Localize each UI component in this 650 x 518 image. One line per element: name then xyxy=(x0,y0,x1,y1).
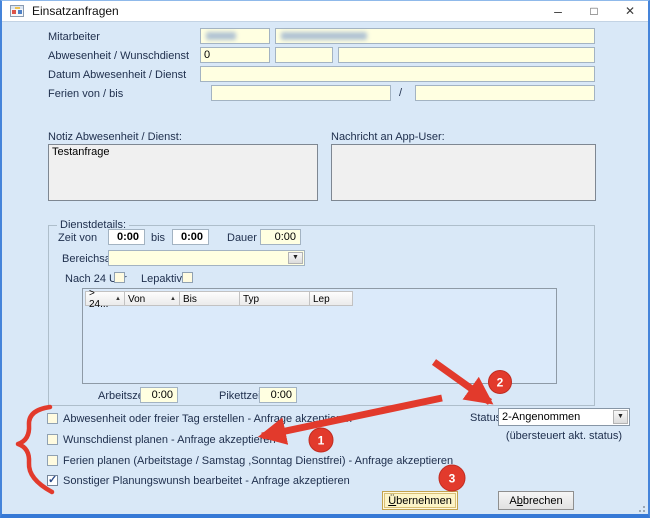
grid-column-header[interactable]: Lep xyxy=(310,291,353,306)
dauer-label: Dauer xyxy=(227,232,257,245)
svg-text:1: 1 xyxy=(318,434,325,448)
dienst-grid[interactable]: > 24... ▲ Von ▲ Bis Typ Lep xyxy=(82,288,557,384)
svg-text:3: 3 xyxy=(449,472,456,486)
status-label: Status xyxy=(470,412,501,425)
nachricht-textarea[interactable] xyxy=(331,144,596,201)
notiz-label: Notiz Abwesenheit / Dienst: xyxy=(48,131,182,144)
zeit-von-field[interactable]: 0:00 xyxy=(108,229,145,245)
resize-grip[interactable] xyxy=(637,504,646,513)
ferien-label: Ferien von / bis xyxy=(48,88,123,101)
chevron-down-icon: ▼ xyxy=(617,409,624,425)
abwesenheit-label: Abwesenheit / Wunschdienst xyxy=(48,50,189,63)
abwesenheit-field-3[interactable] xyxy=(338,47,595,63)
dauer-field[interactable]: 0:00 xyxy=(260,229,301,245)
bereichsart-combobox[interactable]: ▼ xyxy=(108,250,305,266)
arbeitszeit-field[interactable]: 0:00 xyxy=(140,387,178,403)
nach24-checkbox[interactable] xyxy=(114,272,125,283)
checkbox-label: Sonstiger Planungswunsh bearbeitet - Anf… xyxy=(63,475,350,488)
einsatzanfragen-dialog: Einsatzanfragen – □ ✕ Mitarbeiter Abwese… xyxy=(0,0,650,518)
zeit-von-label: Zeit von xyxy=(58,232,97,245)
nachricht-label: Nachricht an App-User: xyxy=(331,131,445,144)
uebernehmen-button[interactable]: Übernehmen xyxy=(382,491,458,510)
grid-column-header[interactable]: > 24... ▲ xyxy=(85,291,125,306)
status-note: (übersteuert akt. status) xyxy=(490,430,638,443)
mitarbeiter-id-field[interactable] xyxy=(200,28,270,44)
close-icon: ✕ xyxy=(625,4,635,18)
grid-column-header[interactable]: Von ▲ xyxy=(125,291,180,306)
bereichsart-dropdown-button[interactable]: ▼ xyxy=(288,252,303,264)
step-circle-3: 3 xyxy=(439,465,465,491)
mitarbeiter-name-field[interactable] xyxy=(275,28,595,44)
bis-field[interactable]: 0:00 xyxy=(172,229,209,245)
checkbox-label: Abwesenheit oder freier Tag erstellen - … xyxy=(63,413,352,426)
grid-header: > 24... ▲ Von ▲ Bis Typ Lep xyxy=(85,291,353,306)
app-icon xyxy=(10,4,24,18)
lepaktiv-label: Lepaktiv xyxy=(141,273,182,286)
abwesenheit-field-2[interactable] xyxy=(275,47,333,63)
minimize-button[interactable]: – xyxy=(540,0,576,22)
status-dropdown-button[interactable]: ▼ xyxy=(613,410,628,424)
redacted-text xyxy=(281,32,367,40)
status-value: 2-Angenommen xyxy=(502,411,580,423)
checkbox-ferien-planen[interactable] xyxy=(47,455,58,466)
checkbox-wunschdienst-planen[interactable] xyxy=(47,434,58,445)
bis-label: bis xyxy=(151,232,165,245)
step-circle-1: 1 xyxy=(309,428,333,452)
ferien-bis-field[interactable] xyxy=(415,85,595,101)
datum-field[interactable] xyxy=(200,66,595,82)
close-button[interactable]: ✕ xyxy=(612,0,648,22)
lepaktiv-checkbox[interactable] xyxy=(182,272,193,283)
maximize-button[interactable]: □ xyxy=(576,0,612,22)
checkbox-label: Wunschdienst planen - Anfrage akzeptiere… xyxy=(63,434,276,447)
maximize-icon: □ xyxy=(590,4,597,18)
checkbox-label: Ferien planen (Arbeitstage / Samstag ,So… xyxy=(63,455,453,468)
abwesenheit-code-field[interactable]: 0 xyxy=(200,47,270,63)
checkbox-sonstiger-planungswunsch[interactable]: ✓ xyxy=(47,475,58,486)
redacted-text xyxy=(206,32,236,40)
titlebar: Einsatzanfragen – □ ✕ xyxy=(0,0,650,22)
checkbox-abwesenheit-erstellen[interactable] xyxy=(47,413,58,424)
ferien-separator: / xyxy=(399,87,402,100)
sort-ascending-icon: ▲ xyxy=(115,296,121,302)
window-controls: – □ ✕ xyxy=(540,0,648,22)
ferien-von-field[interactable] xyxy=(211,85,391,101)
abbrechen-button[interactable]: Abbrechen xyxy=(498,491,574,510)
chevron-down-icon: ▼ xyxy=(292,251,299,265)
minimize-icon: – xyxy=(554,7,562,15)
grid-column-header[interactable]: Typ xyxy=(240,291,310,306)
window-title: Einsatzanfragen xyxy=(32,4,119,18)
mitarbeiter-label: Mitarbeiter xyxy=(48,31,100,44)
pikettzeit-label: Pikettzeit xyxy=(219,390,264,403)
checkmark-icon: ✓ xyxy=(48,473,57,486)
notiz-textarea[interactable]: Testanfrage xyxy=(48,144,318,201)
pikettzeit-field[interactable]: 0:00 xyxy=(259,387,297,403)
sort-ascending-icon: ▲ xyxy=(170,296,176,302)
status-combobox[interactable]: 2-Angenommen ▼ xyxy=(498,408,630,426)
datum-label: Datum Abwesenheit / Dienst xyxy=(48,69,186,82)
grid-column-header[interactable]: Bis xyxy=(180,291,240,306)
